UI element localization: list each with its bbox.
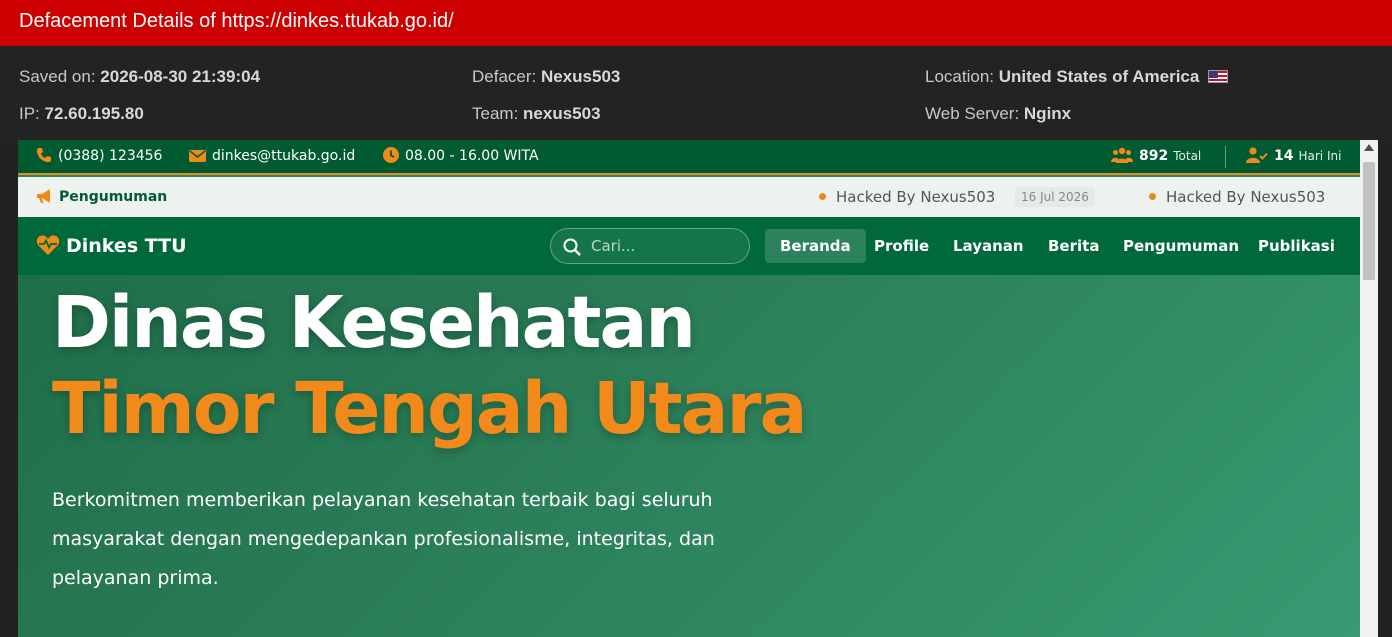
location-value: United States of America bbox=[998, 67, 1200, 86]
announcement-item-text: Hacked By Nexus503 bbox=[836, 188, 996, 206]
phone-contact[interactable]: (0388) 123456 bbox=[36, 140, 162, 173]
announcement-item[interactable]: Hacked By Nexus503 bbox=[819, 177, 995, 217]
visitor-today-label: Hari Ini bbox=[1298, 149, 1342, 163]
announcement-item-text: Hacked By Nexus503 bbox=[1166, 188, 1326, 206]
bullet-dot-icon bbox=[1149, 193, 1156, 200]
saved-on: Saved on: 2026-08-30 21:39:04 bbox=[19, 67, 260, 87]
announcement-label-text: Pengumuman bbox=[59, 189, 168, 205]
ip-label: IP: bbox=[19, 104, 40, 123]
hero-title: Dinas Kesehatan bbox=[52, 281, 696, 364]
user-check-icon bbox=[1246, 147, 1268, 163]
defacer-label: Defacer: bbox=[472, 67, 537, 86]
site-logo[interactable]: Dinkes TTU bbox=[36, 217, 187, 275]
email-contact[interactable]: dinkes@ttukab.go.id bbox=[189, 140, 355, 173]
scrollbar-thumb[interactable] bbox=[1363, 162, 1375, 280]
nav-layanan[interactable]: Layanan bbox=[938, 229, 1039, 263]
us-flag-icon bbox=[1208, 70, 1229, 83]
mirror-viewport: (0388) 123456 dinkes@ttukab.go.id 08.00 … bbox=[18, 140, 1360, 637]
search-input[interactable] bbox=[591, 229, 741, 263]
phone-text: (0388) 123456 bbox=[58, 148, 163, 164]
heart-pulse-icon bbox=[36, 235, 60, 255]
announcement-date: 16 Jul 2026 bbox=[1015, 187, 1095, 207]
saved-on-label: Saved on: bbox=[19, 67, 96, 86]
visitor-total-count: 892 bbox=[1139, 148, 1169, 164]
defacer-value: Nexus503 bbox=[540, 67, 621, 86]
envelope-icon bbox=[189, 150, 206, 162]
location-label: Location: bbox=[925, 67, 994, 86]
hours-text: 08.00 - 16.00 WITA bbox=[405, 148, 539, 164]
page-title: Defacement Details of https://dinkes.ttu… bbox=[0, 0, 1392, 46]
saved-on-value: 2026-08-30 21:39:04 bbox=[100, 67, 261, 86]
vertical-scrollbar[interactable] bbox=[1360, 140, 1378, 637]
team-value: nexus503 bbox=[523, 104, 601, 123]
site-topbar: (0388) 123456 dinkes@ttukab.go.id 08.00 … bbox=[18, 140, 1360, 175]
nav-profile[interactable]: Profile bbox=[859, 229, 944, 263]
team: Team: nexus503 bbox=[472, 104, 601, 124]
hero-section: Dinas Kesehatan Timor Tengah Utara Berko… bbox=[18, 275, 1360, 637]
hero-description: Berkomitmen memberikan pelayanan kesehat… bbox=[52, 489, 715, 589]
team-label: Team: bbox=[472, 104, 519, 123]
ip: IP: 72.60.195.80 bbox=[19, 104, 144, 124]
web-server-label: Web Server: bbox=[925, 104, 1020, 123]
visitor-today: 14 Hari Ini bbox=[1246, 140, 1341, 173]
bullet-dot-icon bbox=[819, 193, 826, 200]
deface-meta: Saved on: 2026-08-30 21:39:04 Defacer: N… bbox=[0, 46, 1392, 140]
phone-icon bbox=[37, 148, 51, 162]
visitor-total: 892 Total bbox=[1111, 140, 1201, 173]
announcement-label: Pengumuman bbox=[36, 177, 167, 217]
site-navbar: Dinkes TTU Beranda Profile Layanan Berit… bbox=[18, 217, 1360, 275]
location: Location: United States of America bbox=[925, 67, 1229, 87]
announcement-item[interactable]: Hacked By Nexus503 bbox=[1149, 177, 1325, 217]
defacer: Defacer: Nexus503 bbox=[472, 67, 620, 87]
announcement-bar: Pengumuman Hacked By Nexus503 16 Jul 202… bbox=[18, 177, 1360, 217]
nav-beranda[interactable]: Beranda bbox=[765, 229, 866, 263]
search-icon bbox=[563, 238, 581, 256]
web-server: Web Server: Nginx bbox=[925, 104, 1071, 124]
scroll-up-arrow-icon[interactable] bbox=[1364, 144, 1374, 151]
nav-berita[interactable]: Berita bbox=[1033, 229, 1114, 263]
users-icon bbox=[1111, 147, 1133, 163]
hero-subtitle: Timor Tengah Utara bbox=[52, 367, 807, 450]
topbar-divider bbox=[1225, 146, 1226, 168]
visitor-total-label: Total bbox=[1173, 149, 1202, 163]
nav-pengumuman[interactable]: Pengumuman bbox=[1108, 229, 1254, 263]
office-hours: 08.00 - 16.00 WITA bbox=[383, 140, 539, 173]
web-server-value: Nginx bbox=[1023, 104, 1072, 123]
brand-text: Dinkes TTU bbox=[66, 235, 187, 257]
megaphone-icon bbox=[37, 189, 50, 203]
clock-icon bbox=[383, 147, 399, 163]
visitor-today-count: 14 bbox=[1274, 148, 1294, 164]
nav-publikasi[interactable]: Publikasi bbox=[1243, 229, 1350, 263]
email-text: dinkes@ttukab.go.id bbox=[212, 148, 356, 164]
ip-value: 72.60.195.80 bbox=[44, 104, 144, 123]
search-box[interactable] bbox=[550, 228, 750, 264]
